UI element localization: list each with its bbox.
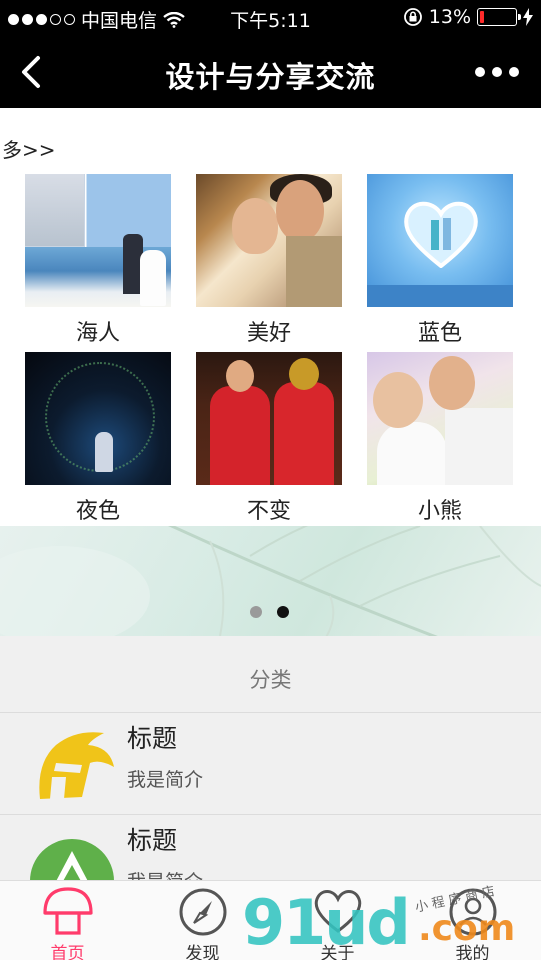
- tab-home[interactable]: 首页: [0, 881, 135, 960]
- gallery-label: 夜色: [75, 499, 120, 524]
- rotation-lock-icon: [403, 8, 422, 26]
- category-heading: 分类: [249, 668, 292, 692]
- gallery-photo: [25, 174, 171, 307]
- tab-discover[interactable]: 发现: [135, 881, 270, 960]
- tab-label: 关于: [320, 944, 355, 960]
- compass-icon: [179, 888, 227, 936]
- status-bar: 中国电信 下午5:11 13%: [0, 0, 541, 36]
- carousel-dot[interactable]: [250, 606, 262, 618]
- category-desc: 我是简介: [127, 769, 204, 791]
- tab-mine[interactable]: 我的: [405, 881, 540, 960]
- gallery-photo: [367, 174, 513, 307]
- gallery-item[interactable]: 夜色: [25, 352, 171, 525]
- gallery-label: 蓝色: [417, 321, 462, 346]
- status-right: 13%: [403, 6, 533, 28]
- charging-bolt-icon: [523, 8, 533, 26]
- gallery-item[interactable]: 海人: [25, 174, 171, 347]
- more-button[interactable]: [475, 67, 519, 77]
- heart-icon: [314, 890, 362, 933]
- more-link[interactable]: 多>>: [2, 134, 56, 163]
- gallery-label: 不变: [246, 499, 291, 524]
- carousel-indicator: [250, 606, 289, 618]
- gallery-label: 美好: [246, 321, 291, 346]
- gallery-item[interactable]: 蓝色: [367, 174, 513, 347]
- battery-icon: [477, 8, 521, 26]
- tab-bar: 首页 发现 关于 我的: [0, 880, 541, 960]
- battery-percent: 13%: [428, 6, 471, 28]
- category-title: 标题: [127, 724, 178, 753]
- banner-carousel[interactable]: [0, 526, 541, 636]
- mushroom-home-icon: [43, 887, 93, 935]
- nav-bar: 设计与分享交流: [0, 36, 541, 108]
- gallery-photo: [196, 174, 342, 307]
- category-row[interactable]: 标题 我是简介: [0, 712, 541, 814]
- tab-label: 我的: [455, 944, 490, 960]
- gallery-label: 小熊: [417, 499, 462, 524]
- spartan-helmet-icon: [39, 732, 115, 799]
- tab-label: 首页: [50, 944, 85, 960]
- gallery-label: 海人: [75, 321, 120, 346]
- carousel-dot[interactable]: [277, 606, 289, 618]
- gallery-item[interactable]: 小熊: [367, 352, 513, 525]
- tab-about[interactable]: 关于: [270, 881, 405, 960]
- category-title: 标题: [127, 826, 178, 855]
- profile-icon: [449, 888, 497, 936]
- gallery-photo: [196, 352, 342, 485]
- gallery-item[interactable]: 不变: [196, 352, 342, 525]
- gallery-item[interactable]: 美好: [196, 174, 342, 347]
- page-title: 设计与分享交流: [165, 60, 376, 94]
- gallery-photo: [367, 352, 513, 485]
- tab-label: 发现: [185, 944, 220, 960]
- leaf-banner-image: [0, 526, 541, 636]
- gallery-photo: [25, 352, 171, 485]
